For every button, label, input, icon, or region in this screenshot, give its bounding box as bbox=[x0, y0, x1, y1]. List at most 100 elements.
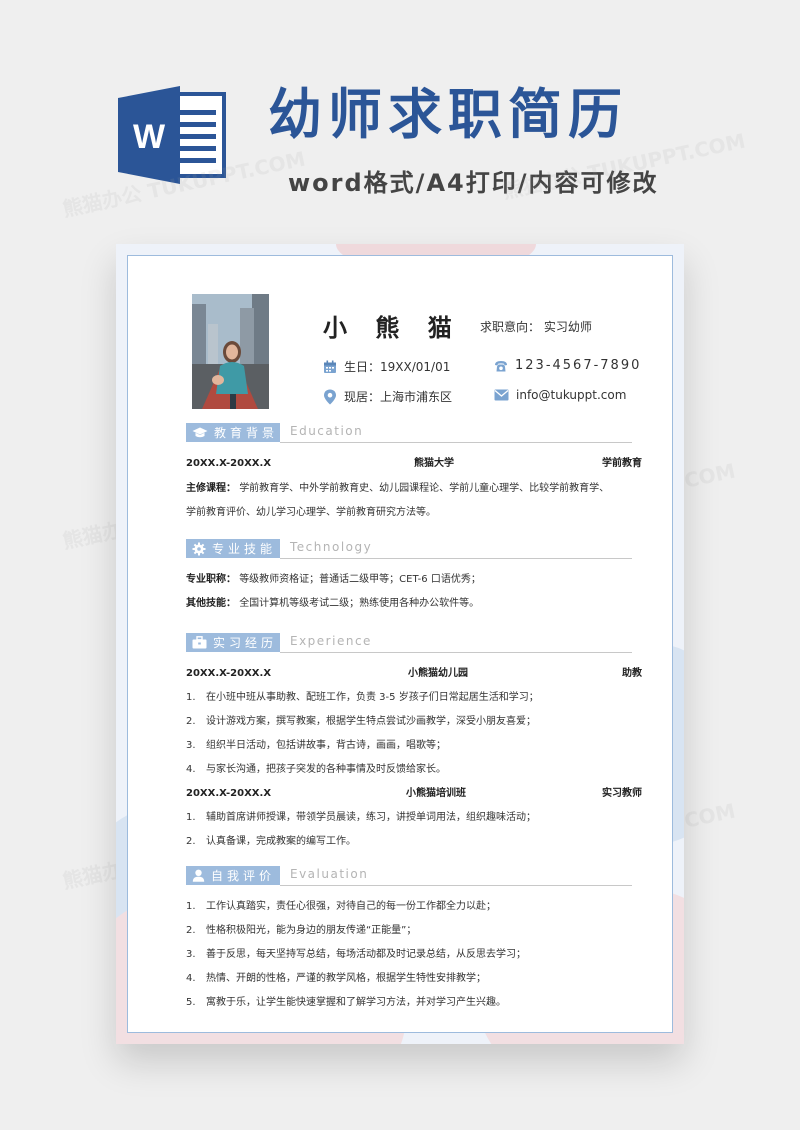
item-text: 寓教于乐，让学生能快速掌握和了解学习方法，并对学习产生兴趣。 bbox=[206, 997, 506, 1008]
section-title: 自我评价 bbox=[211, 869, 276, 883]
job-intent-label: 求职意向： bbox=[480, 320, 541, 334]
job-organization: 小熊猫幼儿园 bbox=[408, 668, 468, 679]
evaluation-item: 1. 工作认真踏实，责任心很强，对待自己的每一份工作都全力以赴； bbox=[186, 900, 496, 914]
item-text: 热情、开朗的性格，严谨的教学风格，根据学生特性安排教学； bbox=[206, 973, 486, 984]
item-number: 3. bbox=[186, 949, 196, 960]
item-number: 4. bbox=[186, 973, 196, 984]
education-major: 学前教育 bbox=[602, 458, 642, 469]
banner-subtitle: word格式/A4打印/内容可修改 bbox=[288, 169, 659, 197]
item-number: 2. bbox=[186, 925, 196, 936]
section-title: 专业技能 bbox=[212, 542, 277, 556]
section-title-en: Technology bbox=[290, 540, 373, 554]
phone-row: 123-4567-7890 bbox=[494, 358, 641, 373]
item-text: 在小班中班从事助教、配班工作，负责 3-5 岁孩子们日常起居生活和学习； bbox=[206, 692, 539, 703]
courses-text: 学前教育学、中外学前教育史、幼儿园课程论、学前儿童心理学、比较学前教育学、 bbox=[239, 483, 610, 494]
section-header-evaluation: 自我评价 Evaluation bbox=[186, 866, 632, 886]
job-duty: 1. 辅助首席讲师授课，带领学员晨读，练习，讲授单词用法，组织趣味活动； bbox=[186, 811, 536, 825]
item-number: 1. bbox=[186, 812, 196, 823]
section-header-experience: 实习经历 Experience bbox=[186, 633, 632, 653]
section-header-education: 教育背景 Education bbox=[186, 423, 632, 443]
section-badge: 自我评价 bbox=[186, 866, 280, 885]
address-value: 上海市浦东区 bbox=[380, 390, 453, 404]
section-badge: 实习经历 bbox=[186, 633, 280, 652]
item-text: 与家长沟通，把孩子突发的各种事情及时反馈给家长。 bbox=[206, 764, 446, 775]
item-number: 2. bbox=[186, 716, 196, 727]
education-row: 20XX.X-20XX.X 熊猫大学 学前教育 bbox=[186, 457, 642, 471]
job-row: 20XX.X-20XX.X 小熊猫培训班 实习教师 bbox=[186, 787, 642, 801]
address-label: 现居： bbox=[344, 390, 381, 404]
email-row: info@tukuppt.com bbox=[494, 388, 626, 402]
item-number: 3. bbox=[186, 740, 196, 751]
job-duty: 3. 组织半日活动，包括讲故事，背古诗，画画，唱歌等； bbox=[186, 739, 446, 753]
section-title: 教育背景 bbox=[214, 426, 279, 440]
job-duty: 2. 认真备课，完成教案的编写工作。 bbox=[186, 835, 356, 849]
email-address[interactable]: info@tukuppt.com bbox=[516, 388, 626, 402]
divider bbox=[280, 558, 632, 559]
gear-icon bbox=[192, 542, 206, 555]
phone-number[interactable]: 123-4567-7890 bbox=[515, 358, 641, 373]
section-title-en: Experience bbox=[290, 634, 372, 648]
graduation-cap-icon bbox=[192, 427, 208, 437]
evaluation-item: 2. 性格积极阳光，能为身边的朋友传递“正能量”； bbox=[186, 924, 416, 938]
item-text: 工作认真踏实，责任心很强，对待自己的每一份工作都全力以赴； bbox=[206, 901, 496, 912]
item-text: 善于反思，每天坚持写总结，每场活动都及时记录总结，从反思去学习； bbox=[206, 949, 526, 960]
word-icon-letter: W bbox=[133, 118, 166, 156]
job-duty: 4. 与家长沟通，把孩子突发的各种事情及时反馈给家长。 bbox=[186, 763, 446, 777]
certificates-row: 专业职称： 等级教师资格证；普通话二级甲等；CET-6 口语优秀； bbox=[186, 573, 481, 587]
item-text: 辅助首席讲师授课，带领学员晨读，练习，讲授单词用法，组织趣味活动； bbox=[206, 812, 536, 823]
job-row: 20XX.X-20XX.X 小熊猫幼儿园 助教 bbox=[186, 667, 642, 681]
resume-page: 小 熊 猫 求职意向： 实习幼师 生日： 19XX/01/01 123-4567… bbox=[127, 255, 673, 1033]
other-skills-label: 其他技能： bbox=[186, 598, 236, 609]
certificates-label: 专业职称： bbox=[186, 574, 236, 585]
item-text: 性格积极阳光，能为身边的朋友传递“正能量”； bbox=[206, 925, 417, 936]
courses-line-1: 主修课程： 学前教育学、中外学前教育史、幼儿园课程论、学前儿童心理学、比较学前教… bbox=[186, 482, 609, 496]
education-period: 20XX.X-20XX.X bbox=[186, 458, 272, 469]
divider bbox=[280, 442, 632, 443]
job-role: 助教 bbox=[622, 668, 642, 679]
calendar-icon bbox=[324, 360, 336, 373]
education-school: 熊猫大学 bbox=[414, 458, 454, 469]
evaluation-item: 3. 善于反思，每天坚持写总结，每场活动都及时记录总结，从反思去学习； bbox=[186, 948, 526, 962]
location-icon bbox=[324, 389, 336, 404]
section-title-en: Education bbox=[290, 424, 364, 438]
job-duty: 2. 设计游戏方案，撰写教案，根据学生特点尝试沙画教学，深受小朋友喜爱； bbox=[186, 715, 536, 729]
job-intent: 求职意向： 实习幼师 bbox=[480, 318, 592, 335]
birthday-row: 生日： 19XX/01/01 bbox=[323, 358, 450, 375]
birthday-label: 生日： bbox=[344, 360, 381, 374]
other-skills-text: 全国计算机等级考试二级；熟练使用各种办公软件等。 bbox=[239, 598, 480, 609]
birthday-value: 19XX/01/01 bbox=[380, 359, 451, 374]
briefcase-icon bbox=[192, 636, 207, 649]
banner-title: 幼师求职简历 bbox=[268, 83, 628, 146]
word-icon: W bbox=[118, 86, 226, 184]
evaluation-item: 5. 寓教于乐，让学生能快速掌握和了解学习方法，并对学习产生兴趣。 bbox=[186, 996, 506, 1010]
job-period: 20XX.X-20XX.X bbox=[186, 788, 272, 799]
applicant-name: 小 熊 猫 bbox=[323, 314, 462, 342]
profile-photo bbox=[192, 294, 269, 409]
section-title-en: Evaluation bbox=[290, 867, 369, 881]
other-skills-row: 其他技能： 全国计算机等级考试二级；熟练使用各种办公软件等。 bbox=[186, 597, 479, 611]
email-icon bbox=[494, 389, 509, 401]
section-badge: 教育背景 bbox=[186, 423, 280, 442]
section-header-skills: 专业技能 Technology bbox=[186, 539, 632, 559]
resume-card: 小 熊 猫 求职意向： 实习幼师 生日： 19XX/01/01 123-4567… bbox=[116, 244, 684, 1044]
item-number: 1. bbox=[186, 901, 196, 912]
job-organization: 小熊猫培训班 bbox=[406, 788, 466, 799]
phone-icon bbox=[495, 360, 507, 371]
section-badge: 专业技能 bbox=[186, 539, 280, 558]
job-period: 20XX.X-20XX.X bbox=[186, 668, 272, 679]
item-text: 设计游戏方案，撰写教案，根据学生特点尝试沙画教学，深受小朋友喜爱； bbox=[206, 716, 536, 727]
item-number: 1. bbox=[186, 692, 196, 703]
job-role: 实习教师 bbox=[602, 788, 642, 799]
item-number: 2. bbox=[186, 836, 196, 847]
divider bbox=[280, 652, 632, 653]
job-intent-value: 实习幼师 bbox=[543, 320, 592, 334]
evaluation-item: 4. 热情、开朗的性格，严谨的教学风格，根据学生特性安排教学； bbox=[186, 972, 486, 986]
item-number: 4. bbox=[186, 764, 196, 775]
address-row: 现居： 上海市浦东区 bbox=[323, 388, 452, 405]
item-text: 认真备课，完成教案的编写工作。 bbox=[206, 836, 356, 847]
certificates-text: 等级教师资格证；普通话二级甲等；CET-6 口语优秀； bbox=[239, 574, 481, 585]
item-text: 组织半日活动，包括讲故事，背古诗，画画，唱歌等； bbox=[206, 740, 446, 751]
person-icon bbox=[192, 869, 205, 882]
item-number: 5. bbox=[186, 997, 196, 1008]
job-duty: 1. 在小班中班从事助教、配班工作，负责 3-5 岁孩子们日常起居生活和学习； bbox=[186, 691, 539, 705]
